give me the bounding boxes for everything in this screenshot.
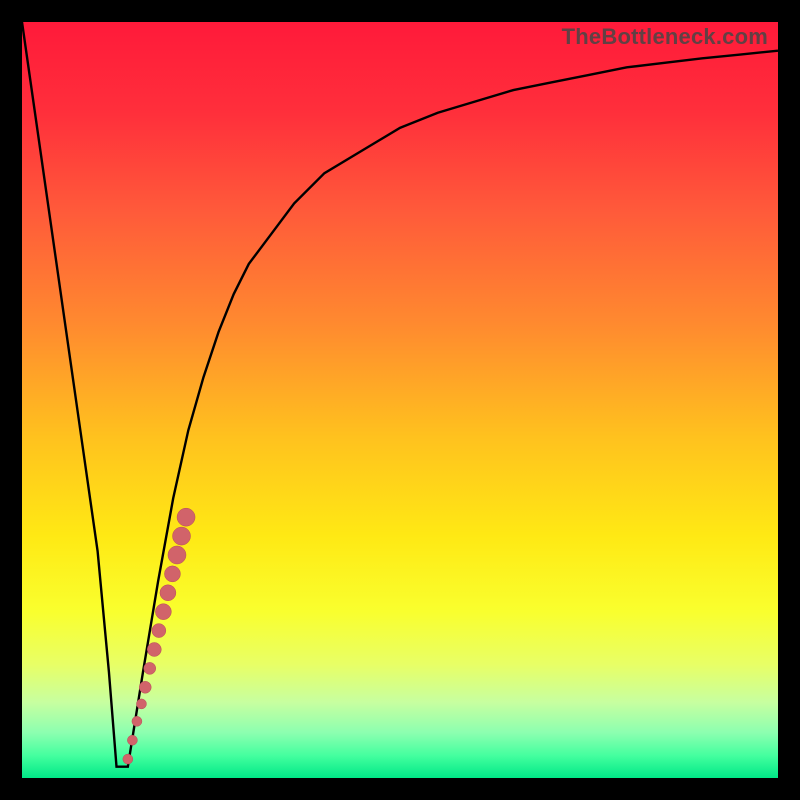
data-marker [136, 699, 146, 709]
plot-area: TheBottleneck.com [22, 22, 778, 778]
bottleneck-chart [22, 22, 778, 778]
data-marker [152, 624, 166, 638]
data-marker [147, 642, 161, 656]
gradient-background [22, 22, 778, 778]
chart-frame: TheBottleneck.com [0, 0, 800, 800]
data-marker [164, 566, 180, 582]
data-marker [160, 585, 176, 601]
data-marker [177, 508, 195, 526]
data-marker [173, 527, 191, 545]
data-marker [132, 716, 142, 726]
data-marker [144, 662, 156, 674]
data-marker [123, 754, 133, 764]
data-marker [168, 546, 186, 564]
watermark-text: TheBottleneck.com [562, 24, 768, 50]
data-marker [127, 735, 137, 745]
data-marker [139, 681, 151, 693]
data-marker [155, 604, 171, 620]
